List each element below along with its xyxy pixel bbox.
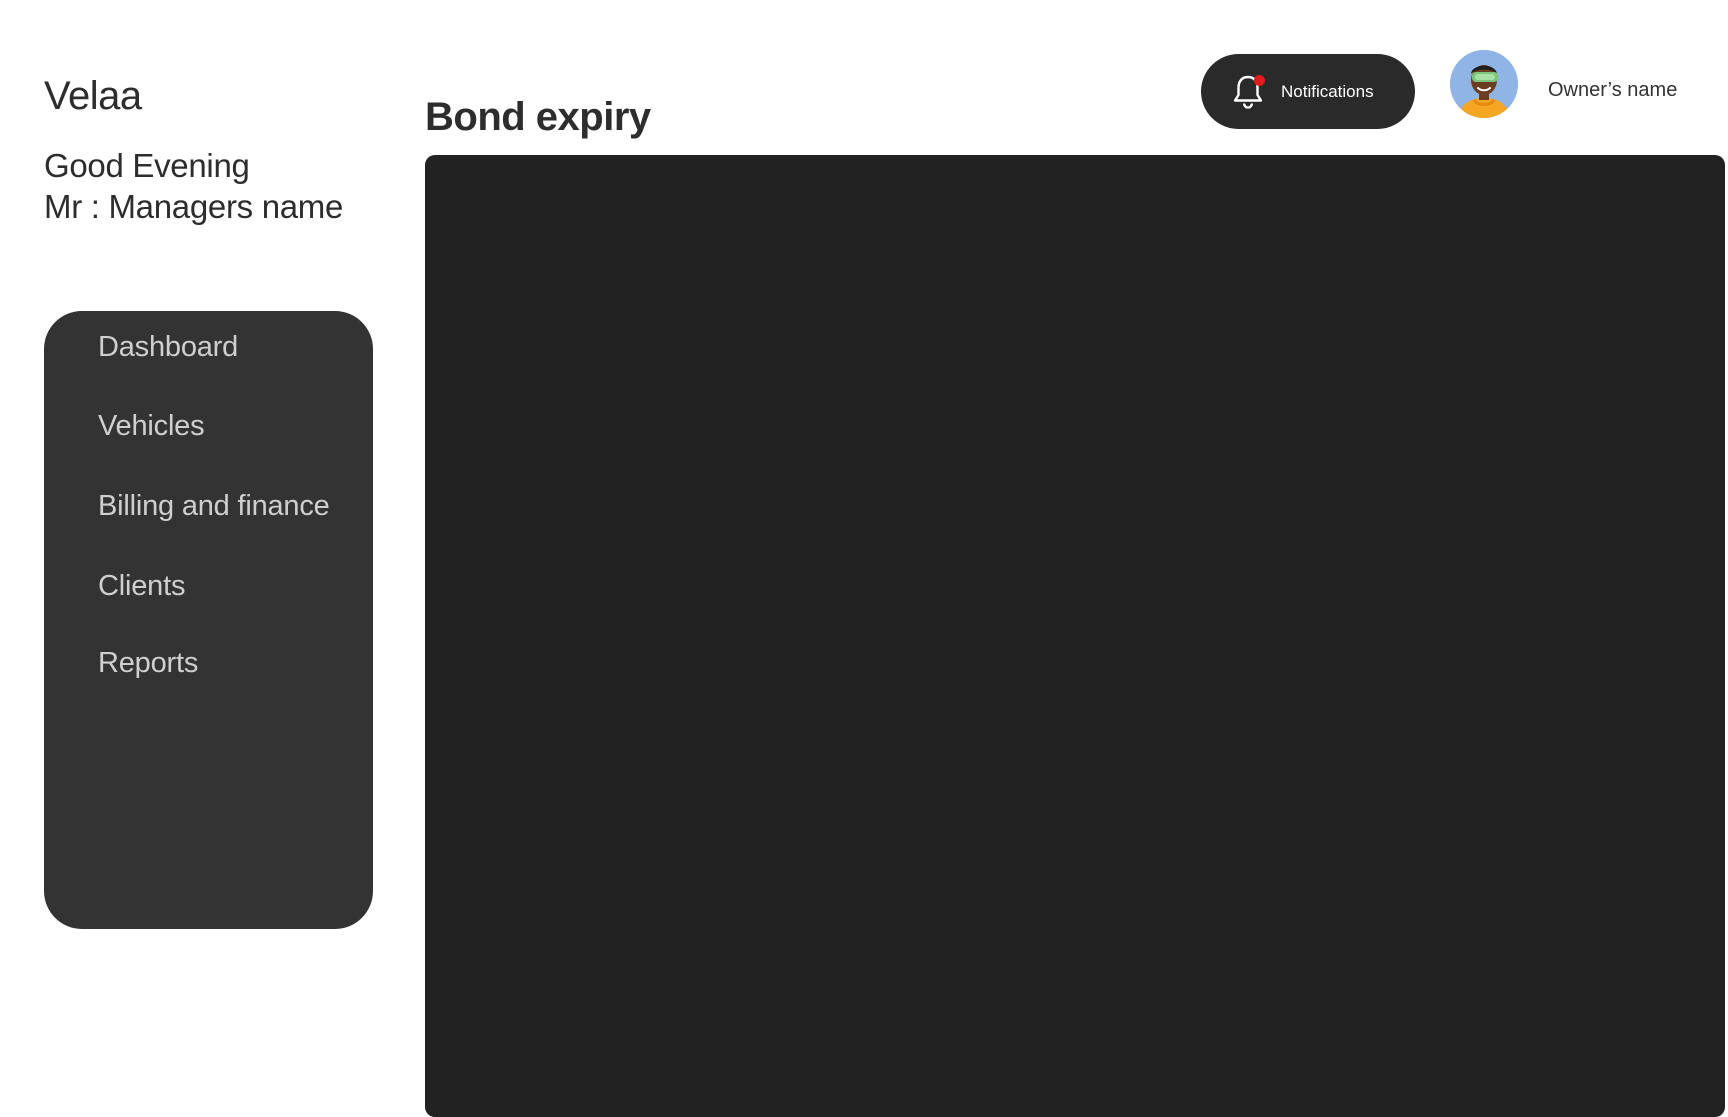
bell-icon xyxy=(1231,73,1265,111)
app-page: Velaa Good Evening Mr : Managers name Da… xyxy=(0,0,1728,1117)
sidebar-item-billing-and-finance[interactable]: Billing and finance xyxy=(98,490,330,523)
sidebar-item-vehicles[interactable]: Vehicles xyxy=(98,410,205,443)
bond-expiry-panel xyxy=(425,155,1725,1117)
sidebar-item-dashboard[interactable]: Dashboard xyxy=(98,331,238,364)
greeting-line: Good Evening xyxy=(44,147,250,184)
app-logo[interactable]: Velaa xyxy=(44,74,142,119)
unread-indicator xyxy=(1254,74,1265,86)
avatar[interactable] xyxy=(1450,50,1518,118)
sidebar-item-reports[interactable]: Reports xyxy=(98,647,198,680)
sidebar-nav: Dashboard Vehicles Billing and finance C… xyxy=(44,311,373,929)
manager-name: Mr : Managers name xyxy=(44,188,344,225)
notifications-button[interactable]: Notifications xyxy=(1201,54,1415,129)
notifications-label: Notifications xyxy=(1281,81,1374,101)
sidebar-item-clients[interactable]: Clients xyxy=(98,570,185,603)
owner-name[interactable]: Owner’s name xyxy=(1548,79,1677,102)
greeting: Good Evening Mr : Managers name xyxy=(44,145,343,227)
page-title: Bond expiry xyxy=(425,95,651,139)
